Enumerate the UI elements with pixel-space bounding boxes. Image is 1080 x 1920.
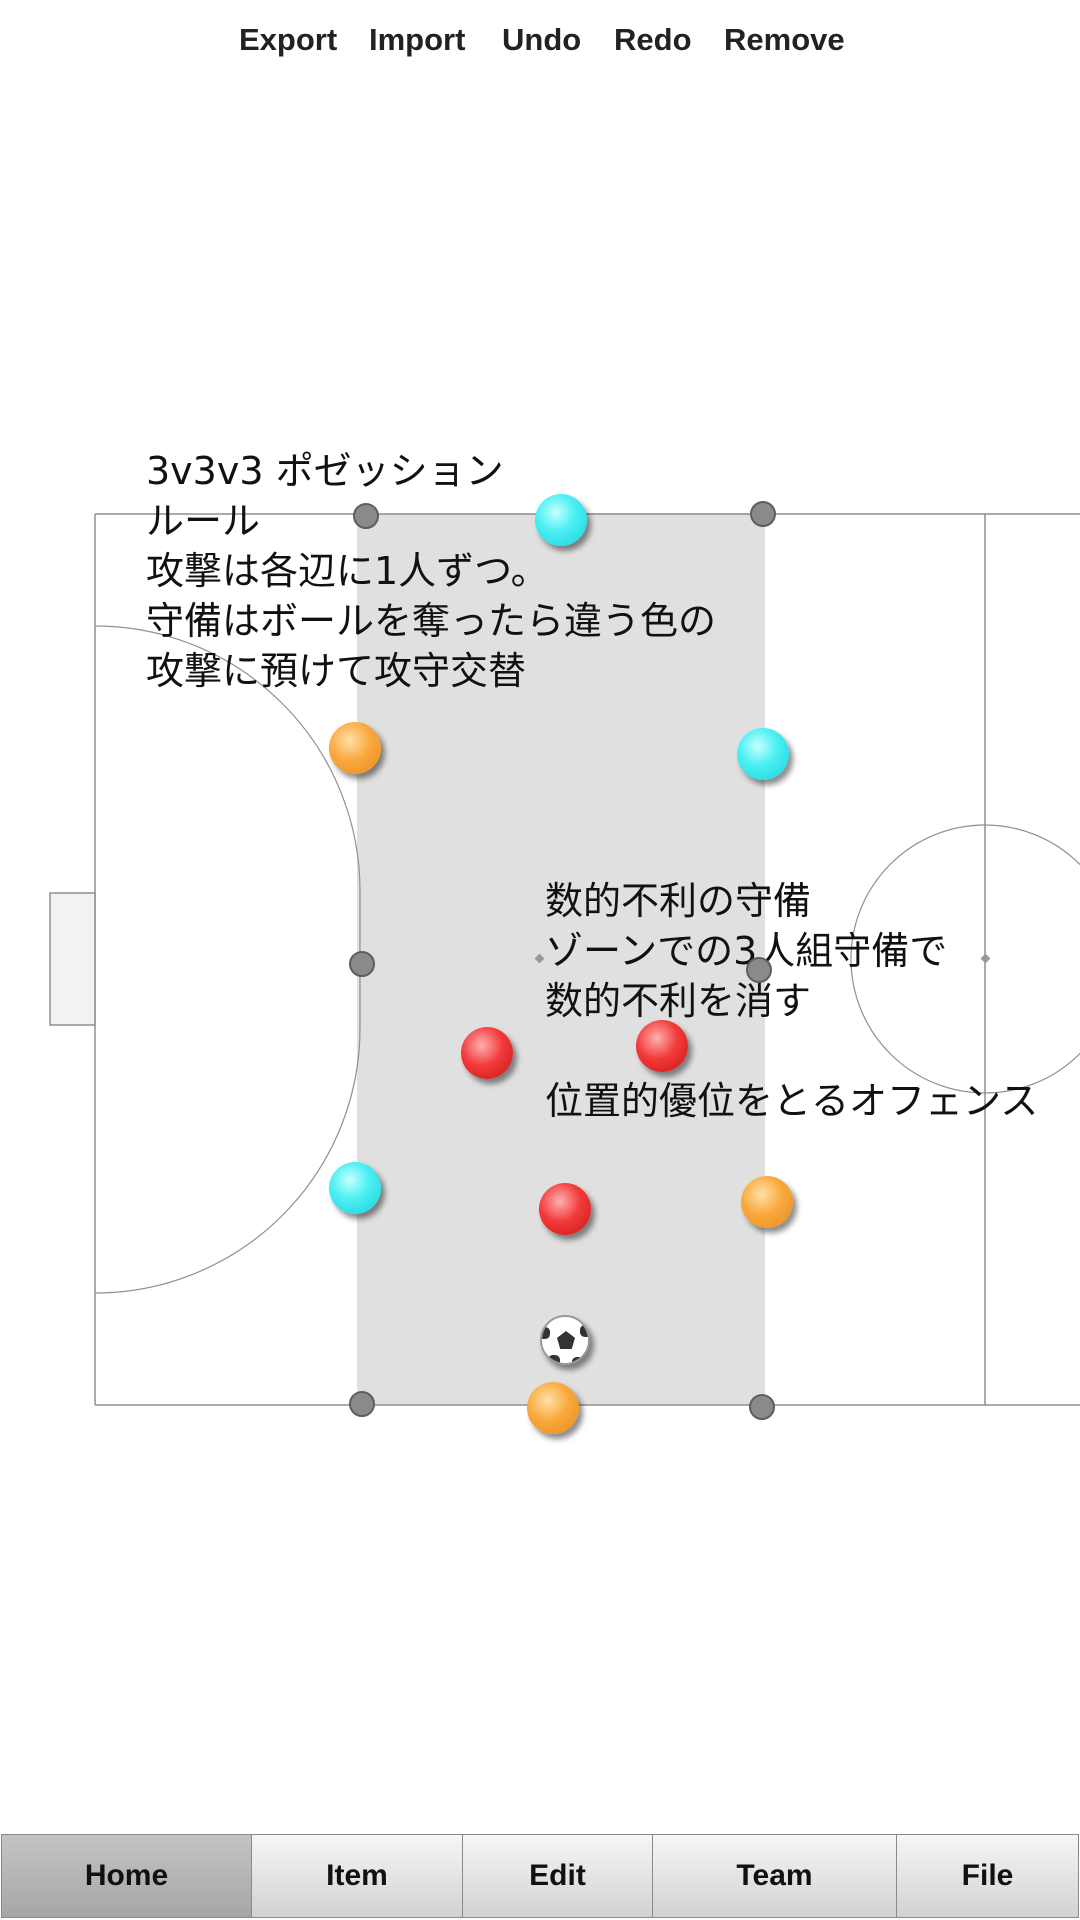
note-line: 攻撃に預けて攻守交替 [146,649,527,693]
bottom-tab-bar: Home Item Edit Team File [0,1834,1080,1920]
player-cyan[interactable] [329,1162,381,1214]
player-red[interactable] [539,1183,591,1235]
drill-rules-note[interactable]: 3v3v3 ポゼッション ルール 攻撃は各辺に1人ずつ。 守備はボールを奪ったら… [146,446,716,696]
zone-handle-mid-right[interactable] [746,957,772,983]
note-line: 3v3v3 ポゼッション [146,449,504,493]
player-orange[interactable] [527,1382,579,1434]
player-orange[interactable] [741,1176,793,1228]
note-line: ルール [146,499,261,543]
note-line: 数的不利の守備 [545,879,812,923]
soccer-ball-icon[interactable] [540,1315,590,1365]
zone-handle-mid-left[interactable] [349,951,375,977]
note-line: 数的不利を消す [545,979,812,1023]
tab-team[interactable]: Team [652,1834,897,1918]
player-cyan[interactable] [737,728,789,780]
tab-item[interactable]: Item [251,1834,463,1918]
player-red[interactable] [636,1020,688,1072]
zone-handle-bottom-right[interactable] [749,1394,775,1420]
note-line [545,1026,1038,1076]
tab-home[interactable]: Home [1,1834,252,1918]
penalty-area-arc [94,625,361,1294]
zone-handle-top-right[interactable] [750,501,776,527]
tab-edit[interactable]: Edit [462,1834,653,1918]
note-line: ゾーンでの3人組守備で [545,929,948,973]
tab-file[interactable]: File [896,1834,1079,1918]
note-line: 位置的優位をとるオフェンス [545,1079,1039,1123]
player-cyan[interactable] [535,494,587,546]
goal [49,892,96,1026]
note-line: 守備はボールを奪ったら違う色の [146,599,717,643]
note-line: 攻撃は各辺に1人ずつ。 [146,549,549,593]
tactics-note[interactable]: 数的不利の守備 ゾーンでの3人組守備で 数的不利を消す 位置的優位をとるオフェン… [545,876,1038,1126]
zone-handle-top-left[interactable] [353,503,379,529]
player-red[interactable] [461,1027,513,1079]
player-orange[interactable] [329,722,381,774]
zone-handle-bottom-left[interactable] [349,1391,375,1417]
